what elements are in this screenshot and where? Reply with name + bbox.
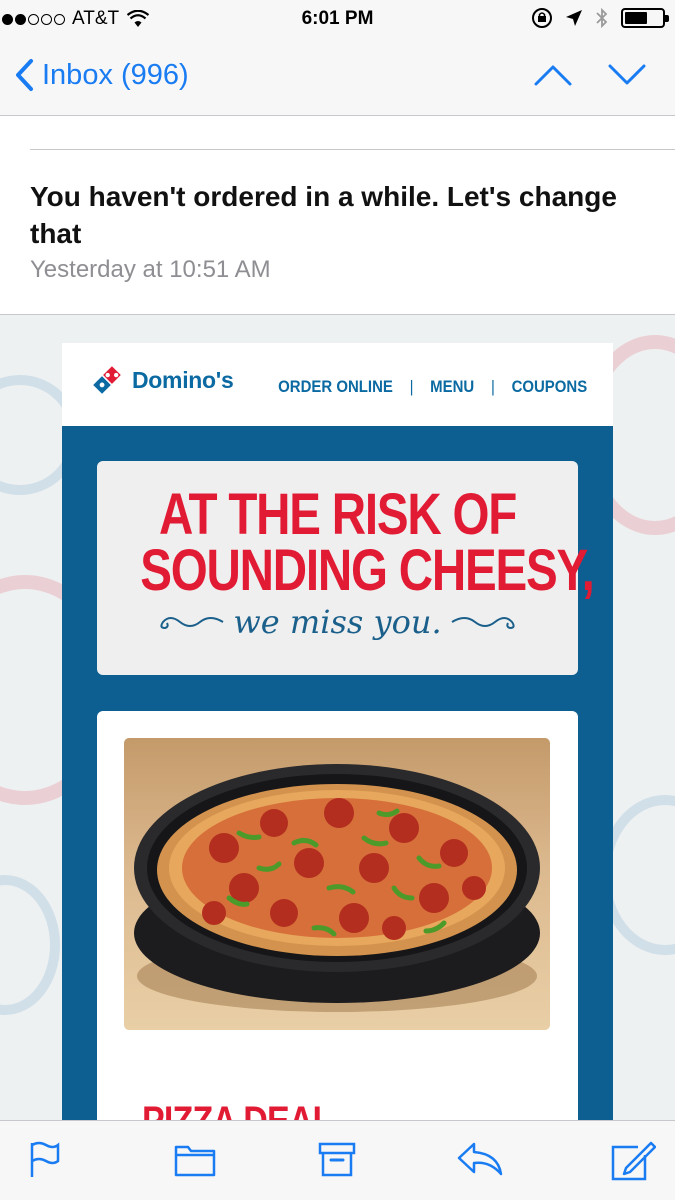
menu-link[interactable]: MENU [430,377,474,397]
bluetooth-icon [596,7,608,29]
banner-script-text: we miss you. [233,603,442,641]
flourish-right-icon [451,617,515,630]
dominos-logo-text: Domino's [132,366,234,393]
dominos-logo[interactable]: Domino's [90,363,234,397]
reply-icon[interactable] [456,1141,504,1177]
dominos-header: Domino's ORDER ONLINE | MENU | COUPONS [62,343,613,426]
compose-icon[interactable] [610,1141,656,1181]
email-subject: You haven't ordered in a while. Let's ch… [30,181,617,249]
status-right [531,7,669,29]
miss-you-banner: AT THE RISK OF SOUNDING CHEESY, we miss … [97,461,595,675]
chevron-left-icon [16,59,33,91]
flourish-left-icon [160,617,224,630]
menu-separator: | [409,377,414,396]
previous-message-chevron-up-icon[interactable] [533,62,573,88]
pizza-deal-panel: PIZZA DEAL [97,711,578,1120]
menu-separator: | [490,377,495,396]
pan-pizza-image [134,764,540,1012]
back-to-inbox-button[interactable]: Inbox (996) [14,58,189,92]
dominos-email-card: Domino's ORDER ONLINE | MENU | COUPONS A… [62,343,613,1120]
pizza-deal-title: PIZZA DEAL [142,1099,333,1120]
banner-headline-line2: SOUNDING CHEESY, [140,538,595,603]
back-label: Inbox (996) [42,58,189,91]
email-body-background: Domino's ORDER ONLINE | MENU | COUPONS A… [0,315,675,1120]
dominos-domino-icon [91,364,123,396]
archive-icon[interactable] [318,1141,356,1177]
folder-icon[interactable] [174,1141,216,1177]
background-sketch-decoration [0,875,60,1015]
order-online-link[interactable]: ORDER ONLINE [278,377,393,397]
email-date: Yesterday at 10:51 AM [30,256,271,283]
status-bar: AT&T 6:01 PM [0,0,675,40]
banner-script-row: we miss you. [97,603,578,641]
coupons-link[interactable]: COUPONS [511,377,587,397]
navigation-bar: Inbox (996) [0,40,675,116]
battery-icon [621,8,669,28]
dominos-top-menu: ORDER ONLINE | MENU | COUPONS [278,377,587,397]
next-message-chevron-down-icon[interactable] [607,62,647,88]
rotation-lock-icon [532,8,552,28]
mail-toolbar [0,1120,675,1200]
pan-pizza-photo[interactable] [124,738,550,1030]
banner-headline-line1: AT THE RISK OF [158,482,517,547]
location-arrow-icon [566,10,582,26]
header-divider [30,149,675,150]
message-nav-arrows [533,62,647,88]
flag-icon[interactable] [28,1141,60,1179]
